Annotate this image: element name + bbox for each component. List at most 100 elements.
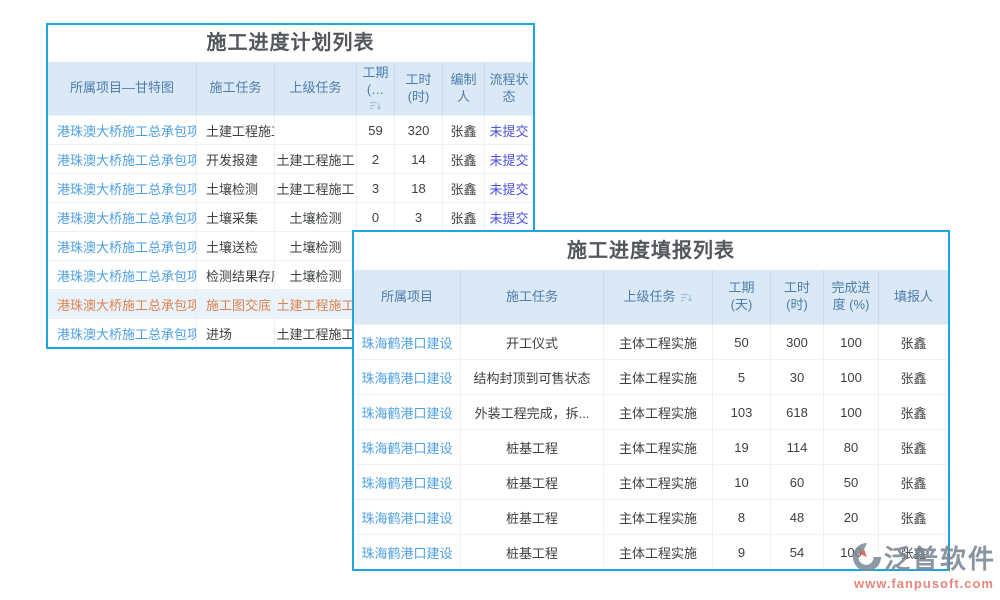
cell-project[interactable]: 港珠澳大桥施工总承包项目 (48, 289, 197, 318)
cell-parent-task: 主体工程实施 (604, 429, 713, 464)
cell-project[interactable]: 港珠澳大桥施工总承包项目 (48, 173, 197, 202)
cell-project[interactable]: 港珠澳大桥施工总承包项目 (48, 260, 197, 289)
cell-author: 张鑫 (443, 173, 485, 202)
cell-progress: 20 (824, 499, 879, 534)
cell-project[interactable]: 珠海鹤港口建设 (354, 359, 461, 394)
cell-task: 土壤采集 (197, 202, 275, 231)
cell-project[interactable]: 珠海鹤港口建设 (354, 534, 461, 569)
table-row[interactable]: 珠海鹤港口建设桩基工程主体工程实施1911480张鑫 (354, 429, 948, 464)
cell-task: 开工仪式 (461, 324, 604, 359)
cell-hours: 48 (771, 499, 824, 534)
cell-author: 张鑫 (443, 202, 485, 231)
cell-task: 外装工程完成，拆... (461, 394, 604, 429)
sort-icon[interactable] (680, 292, 693, 304)
cell-author: 张鑫 (443, 144, 485, 173)
cell-parent-task: 土建工程施工 (275, 173, 357, 202)
table-row[interactable]: 珠海鹤港口建设结构封顶到可售状态主体工程实施530100张鑫 (354, 359, 948, 394)
cell-task: 土壤送检 (197, 231, 275, 260)
report-list-header-row: 所属项目施工任务上级任务工期 (天)工时 (时)完成进 度 (%)填报人 (354, 270, 948, 324)
cell-reporter: 张鑫 (879, 324, 948, 359)
col-header-label: 流程状 态 (489, 72, 528, 106)
col-header-hours: 工时 (时) (395, 62, 443, 115)
cell-hours: 14 (395, 144, 443, 173)
col-header-label: 施工任务 (209, 80, 261, 97)
cell-task: 土壤检测 (197, 173, 275, 202)
cell-progress: 100 (824, 359, 879, 394)
col-header-parent-task: 上级任务 (604, 270, 713, 324)
cell-parent-task: 土建工程施工 (275, 318, 357, 347)
cell-project[interactable]: 港珠澳大桥施工总承包项目 (48, 202, 197, 231)
cell-project[interactable]: 港珠澳大桥施工总承包项目 (48, 318, 197, 347)
col-header-label: 填报人 (894, 289, 933, 306)
cell-parent-task: 主体工程实施 (604, 499, 713, 534)
cell-reporter: 张鑫 (879, 429, 948, 464)
cell-duration: 10 (713, 464, 771, 499)
cell-progress: 100 (824, 324, 879, 359)
sort-icon[interactable] (369, 100, 382, 112)
cell-project[interactable]: 港珠澳大桥施工总承包项目 (48, 115, 197, 144)
cell-author: 张鑫 (443, 115, 485, 144)
cell-hours: 54 (771, 534, 824, 569)
cell-project[interactable]: 珠海鹤港口建设 (354, 429, 461, 464)
cell-reporter: 张鑫 (879, 464, 948, 499)
table-row[interactable]: 珠海鹤港口建设桩基工程主体工程实施106050张鑫 (354, 464, 948, 499)
table-row[interactable]: 珠海鹤港口建设外装工程完成，拆...主体工程实施103618100张鑫 (354, 394, 948, 429)
col-header-project: 所属项目 (354, 270, 461, 324)
col-header-label: 完成进 度 (%) (831, 280, 870, 314)
cell-project[interactable]: 珠海鹤港口建设 (354, 499, 461, 534)
cell-status[interactable]: 未提交 (485, 115, 533, 144)
cell-parent-task: 主体工程实施 (604, 534, 713, 569)
cell-task: 桩基工程 (461, 429, 604, 464)
cell-progress: 80 (824, 429, 879, 464)
col-header-duration: 工期 (… (357, 62, 395, 115)
cell-hours: 618 (771, 394, 824, 429)
table-row[interactable]: 港珠澳大桥施工总承包项目土壤检测土建工程施工318张鑫未提交 (48, 173, 533, 202)
cell-parent-task: 土建工程施工 (275, 144, 357, 173)
cell-task: 桩基工程 (461, 464, 604, 499)
report-list-body: 珠海鹤港口建设开工仪式主体工程实施50300100张鑫珠海鹤港口建设结构封顶到可… (354, 324, 948, 569)
cell-status[interactable]: 未提交 (485, 144, 533, 173)
table-row[interactable]: 珠海鹤港口建设开工仪式主体工程实施50300100张鑫 (354, 324, 948, 359)
fanpu-logo: 泛普软件 www.fanpusoft.com (852, 542, 996, 590)
cell-hours: 30 (771, 359, 824, 394)
cell-project[interactable]: 珠海鹤港口建设 (354, 464, 461, 499)
cell-project[interactable]: 珠海鹤港口建设 (354, 324, 461, 359)
cell-task: 检测结果存底 (197, 260, 275, 289)
table-row[interactable]: 港珠澳大桥施工总承包项目开发报建土建工程施工214张鑫未提交 (48, 144, 533, 173)
cell-duration: 3 (357, 173, 395, 202)
col-header-label: 工期 (… (362, 65, 388, 99)
table-row[interactable]: 港珠澳大桥施工总承包项目土壤采集土壤检测03张鑫未提交 (48, 202, 533, 231)
cell-status[interactable]: 未提交 (485, 202, 533, 231)
col-header-duration: 工期 (天) (713, 270, 771, 324)
table-row[interactable]: 港珠澳大桥施工总承包项目土建工程施工59320张鑫未提交 (48, 115, 533, 144)
cell-task: 施工图交底 (197, 289, 275, 318)
col-header-label: 工时 (时) (784, 280, 810, 314)
cell-parent-task: 土壤检测 (275, 202, 357, 231)
cell-project[interactable]: 珠海鹤港口建设 (354, 394, 461, 429)
cell-parent-task: 土壤检测 (275, 260, 357, 289)
fanpu-logo-text: 泛普软件 (884, 546, 996, 572)
col-header-parent-task: 上级任务 (275, 62, 357, 115)
cell-project[interactable]: 港珠澳大桥施工总承包项目 (48, 231, 197, 260)
cell-duration: 2 (357, 144, 395, 173)
cell-reporter: 张鑫 (879, 499, 948, 534)
cell-duration: 59 (357, 115, 395, 144)
fanpu-logo-url: www.fanpusoft.com (852, 577, 996, 590)
col-header-progress: 完成进 度 (%) (824, 270, 879, 324)
cell-status[interactable]: 未提交 (485, 173, 533, 202)
cell-parent-task: 土建工程施工 (275, 289, 357, 318)
cell-project[interactable]: 港珠澳大桥施工总承包项目 (48, 144, 197, 173)
cell-reporter: 张鑫 (879, 359, 948, 394)
col-header-label: 所属项目 (381, 289, 433, 306)
report-list-table: 施工进度填报列表 所属项目施工任务上级任务工期 (天)工时 (时)完成进 度 (… (352, 230, 950, 571)
cell-progress: 50 (824, 464, 879, 499)
report-list-title: 施工进度填报列表 (354, 232, 948, 270)
cell-progress: 100 (824, 394, 879, 429)
cell-duration: 103 (713, 394, 771, 429)
cell-reporter: 张鑫 (879, 394, 948, 429)
table-row[interactable]: 珠海鹤港口建设桩基工程主体工程实施84820张鑫 (354, 499, 948, 534)
fanpu-logo-icon (852, 542, 882, 576)
col-header-label: 工期 (天) (728, 280, 754, 314)
cell-parent-task: 主体工程实施 (604, 359, 713, 394)
cell-duration: 8 (713, 499, 771, 534)
